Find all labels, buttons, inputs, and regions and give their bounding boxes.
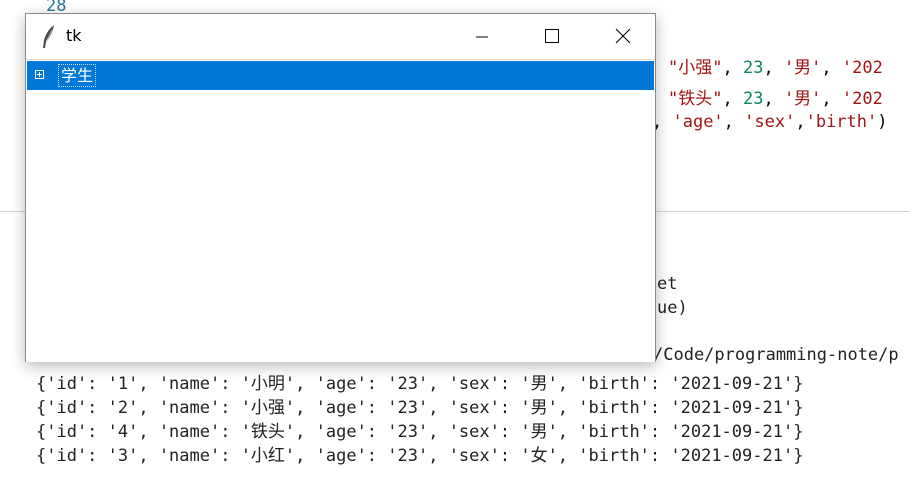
tk-window: tk 学生: [25, 13, 656, 362]
terminal-text: et: [657, 274, 678, 294]
code-line-3: , 'age', 'sex','birth'): [652, 112, 888, 132]
window-title: tk: [66, 26, 82, 45]
code-string: '男': [783, 89, 822, 109]
code-line-1: "小强", 23, '男', '202: [668, 58, 883, 78]
code-string: 'birth': [805, 112, 878, 132]
terminal-output-line: {'id': '3', 'name': '小红', 'age': '23', '…: [36, 446, 804, 466]
feather-icon: [43, 25, 54, 48]
code-line-2: "铁头", 23, '男', '202: [668, 89, 883, 109]
code-string: 'age': [672, 112, 724, 132]
code-string: "铁头": [668, 89, 723, 109]
tree-item-root[interactable]: 学生: [27, 61, 654, 90]
code-string: '男': [783, 58, 822, 78]
code-punct: ): [877, 112, 888, 132]
minimize-button[interactable]: [459, 14, 505, 59]
maximize-button[interactable]: [528, 14, 574, 59]
tree-expand-icon[interactable]: [35, 70, 44, 79]
code-string: "小强": [668, 58, 723, 78]
code-number: 23: [742, 58, 764, 78]
terminal-output-line: {'id': '4', 'name': '铁头', 'age': '23', '…: [36, 422, 804, 442]
close-button[interactable]: [599, 14, 645, 59]
maximize-icon: [545, 29, 559, 43]
minimize-icon: [476, 36, 488, 38]
terminal-output-line: {'id': '2', 'name': '小强', 'age': '23', '…: [36, 398, 804, 418]
title-bar[interactable]: tk: [26, 14, 655, 59]
code-string: 'sex': [744, 112, 796, 132]
close-icon: [615, 28, 631, 44]
treeview[interactable]: 学生: [26, 59, 655, 362]
terminal-output-line: {'id': '1', 'name': '小明', 'age': '23', '…: [36, 374, 804, 394]
code-string: '202: [841, 89, 883, 109]
code-string: '202: [841, 58, 883, 78]
terminal-text: ue): [657, 298, 688, 318]
tree-item-label: 学生: [58, 64, 97, 87]
terminal-path: /Code/programming-note/p: [653, 345, 899, 365]
code-number: 23: [742, 89, 764, 109]
